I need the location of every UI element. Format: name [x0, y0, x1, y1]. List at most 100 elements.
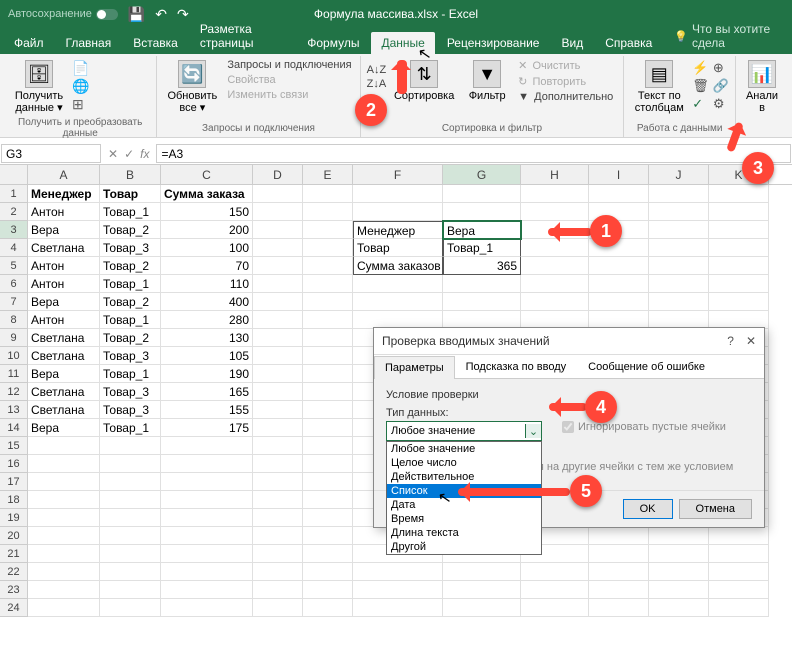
- cell[interactable]: Товар: [353, 239, 443, 257]
- row-header[interactable]: 10: [0, 347, 28, 365]
- cell[interactable]: [28, 527, 100, 545]
- cell[interactable]: [709, 293, 769, 311]
- cell[interactable]: [100, 581, 161, 599]
- cell[interactable]: [521, 293, 589, 311]
- column-header[interactable]: A: [28, 165, 100, 184]
- select-all-corner[interactable]: [0, 165, 28, 184]
- cell[interactable]: [253, 311, 303, 329]
- combo-option[interactable]: Длина текста: [387, 526, 541, 540]
- cell[interactable]: Товар_2: [100, 329, 161, 347]
- combo-option[interactable]: Время: [387, 512, 541, 526]
- row-header[interactable]: 3: [0, 221, 28, 239]
- cell[interactable]: [709, 203, 769, 221]
- cell[interactable]: [521, 203, 589, 221]
- cell[interactable]: [649, 203, 709, 221]
- from-web-icon[interactable]: 🌐: [72, 78, 89, 95]
- cell[interactable]: [303, 599, 353, 617]
- cancel-button[interactable]: Отмена: [679, 499, 752, 519]
- cell[interactable]: [649, 581, 709, 599]
- cell[interactable]: [253, 329, 303, 347]
- ribbon-tab-Формулы[interactable]: Формулы: [297, 32, 369, 54]
- cell[interactable]: [303, 419, 353, 437]
- cell[interactable]: [303, 365, 353, 383]
- row-header[interactable]: 9: [0, 329, 28, 347]
- cell[interactable]: Антон: [28, 257, 100, 275]
- cell[interactable]: [253, 563, 303, 581]
- cell[interactable]: [303, 437, 353, 455]
- column-header[interactable]: J: [649, 165, 709, 184]
- cell[interactable]: [303, 221, 353, 239]
- cell[interactable]: [303, 203, 353, 221]
- cell[interactable]: [303, 473, 353, 491]
- cell[interactable]: Сумма заказа: [161, 185, 253, 203]
- formula-input[interactable]: =A3: [156, 144, 791, 163]
- row-header[interactable]: 8: [0, 311, 28, 329]
- cell[interactable]: 200: [161, 221, 253, 239]
- cell[interactable]: [649, 293, 709, 311]
- cell[interactable]: [253, 239, 303, 257]
- cell[interactable]: [709, 527, 769, 545]
- cell[interactable]: [709, 599, 769, 617]
- cell[interactable]: [161, 581, 253, 599]
- cell[interactable]: [709, 275, 769, 293]
- cell[interactable]: [28, 437, 100, 455]
- cell[interactable]: Светлана: [28, 401, 100, 419]
- cell[interactable]: 365: [443, 257, 521, 275]
- data-validation-icon[interactable]: ✓: [692, 96, 709, 112]
- chevron-down-icon[interactable]: ⌄: [525, 424, 541, 438]
- column-header[interactable]: B: [100, 165, 161, 184]
- row-header[interactable]: 17: [0, 473, 28, 491]
- cell[interactable]: [353, 581, 443, 599]
- cell[interactable]: [589, 293, 649, 311]
- get-data-button[interactable]: 🗄 Получить данные ▾: [10, 58, 68, 116]
- cell[interactable]: [161, 527, 253, 545]
- cell[interactable]: [353, 599, 443, 617]
- column-header[interactable]: E: [303, 165, 353, 184]
- cell[interactable]: [303, 581, 353, 599]
- cell[interactable]: [161, 455, 253, 473]
- cell[interactable]: [161, 491, 253, 509]
- combo-option[interactable]: Любое значение: [387, 442, 541, 456]
- queries-link[interactable]: Запросы и подключения: [225, 58, 353, 72]
- undo-icon[interactable]: ↶: [155, 6, 167, 23]
- row-header[interactable]: 5: [0, 257, 28, 275]
- analyze-button[interactable]: 📊 Анали в: [742, 58, 782, 116]
- help-icon[interactable]: ?: [727, 334, 734, 348]
- cell[interactable]: [353, 293, 443, 311]
- cell[interactable]: [589, 545, 649, 563]
- cell[interactable]: Вера: [28, 419, 100, 437]
- cell[interactable]: [161, 545, 253, 563]
- cell[interactable]: Товар_3: [100, 383, 161, 401]
- save-icon[interactable]: 💾: [128, 6, 145, 23]
- cell[interactable]: Товар_1: [100, 203, 161, 221]
- row-header[interactable]: 14: [0, 419, 28, 437]
- cell[interactable]: [161, 437, 253, 455]
- cell[interactable]: [589, 527, 649, 545]
- tell-me-search[interactable]: Что вы хотите сдела: [664, 18, 788, 54]
- cell[interactable]: [303, 329, 353, 347]
- ribbon-tab-Рецензирование[interactable]: Рецензирование: [437, 32, 550, 54]
- cell[interactable]: [303, 401, 353, 419]
- row-header[interactable]: 12: [0, 383, 28, 401]
- cell[interactable]: [253, 599, 303, 617]
- cell[interactable]: [589, 563, 649, 581]
- column-header[interactable]: D: [253, 165, 303, 184]
- cell[interactable]: Светлана: [28, 329, 100, 347]
- cell[interactable]: [443, 185, 521, 203]
- cell[interactable]: [303, 383, 353, 401]
- cell[interactable]: 280: [161, 311, 253, 329]
- cell[interactable]: Антон: [28, 203, 100, 221]
- cell[interactable]: [303, 491, 353, 509]
- cell[interactable]: [253, 383, 303, 401]
- cell[interactable]: Менеджер: [28, 185, 100, 203]
- cell[interactable]: [709, 581, 769, 599]
- cell[interactable]: [521, 563, 589, 581]
- cell[interactable]: Светлана: [28, 347, 100, 365]
- cell[interactable]: [253, 491, 303, 509]
- close-icon[interactable]: ✕: [746, 334, 756, 348]
- cell[interactable]: [649, 563, 709, 581]
- row-header[interactable]: 4: [0, 239, 28, 257]
- cell[interactable]: [303, 239, 353, 257]
- cell[interactable]: [161, 599, 253, 617]
- cell[interactable]: Светлана: [28, 239, 100, 257]
